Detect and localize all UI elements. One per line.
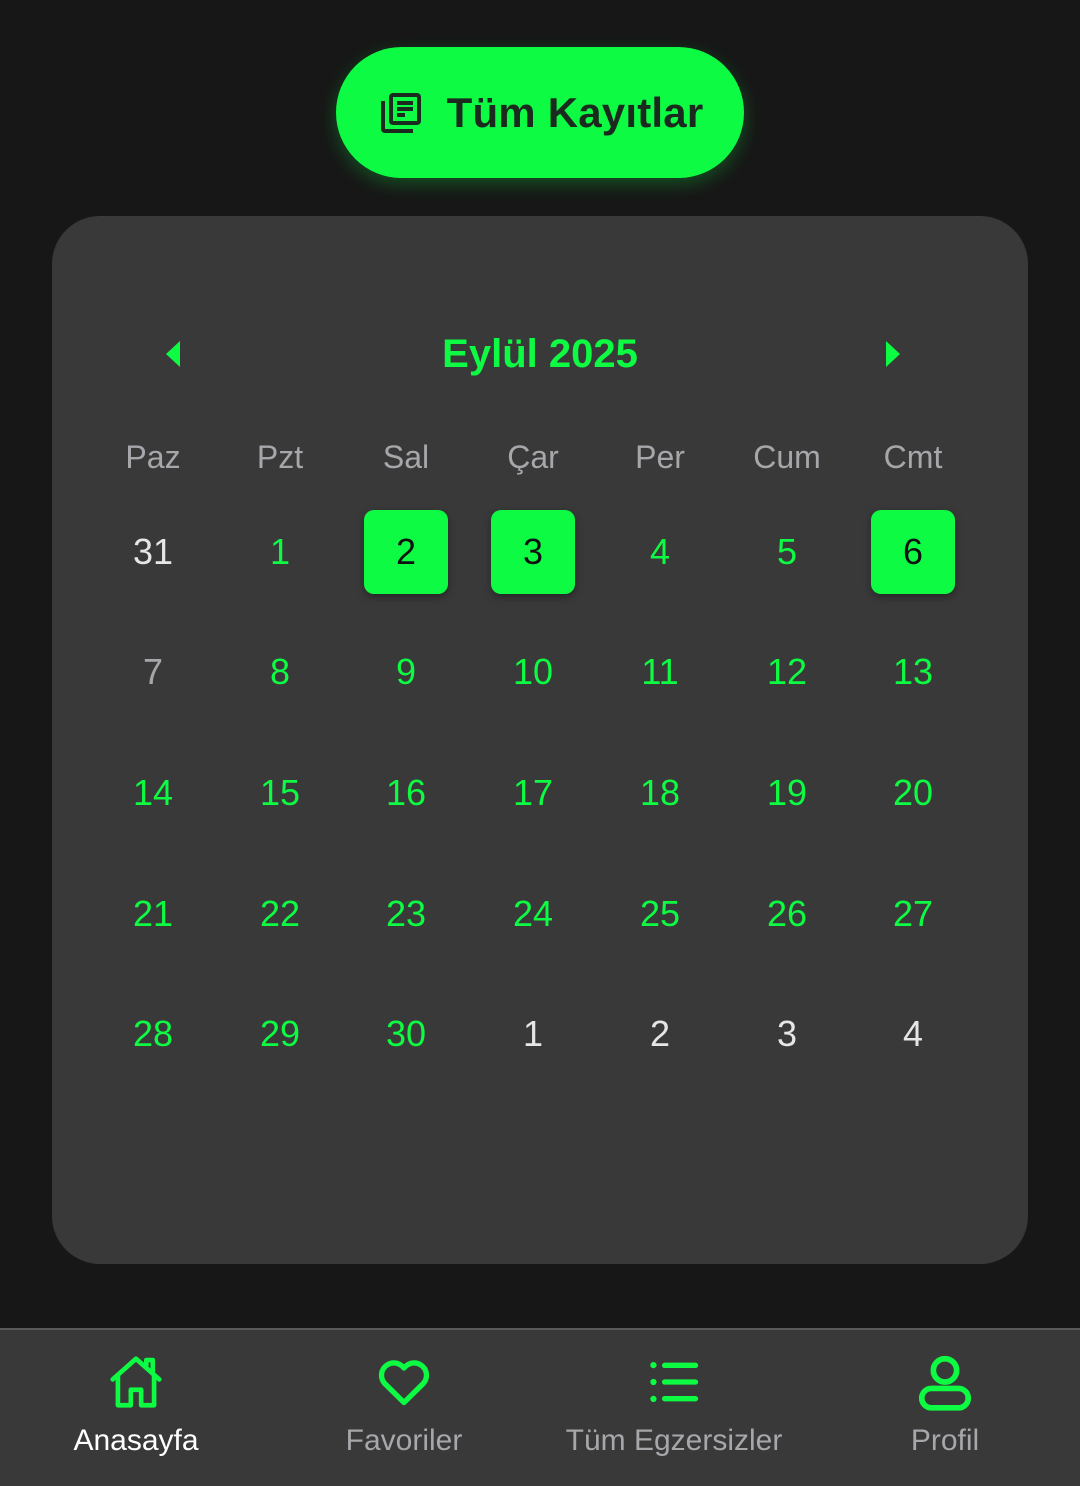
calendar-day[interactable]: 12 xyxy=(745,630,829,714)
calendar-day-marked[interactable]: 6 xyxy=(871,510,955,594)
weekday-label: Sal xyxy=(382,438,430,475)
nav-item-favorites[interactable]: Favoriler xyxy=(304,1330,504,1486)
calendar-day[interactable]: 28 xyxy=(111,992,195,1076)
calendar-day-marked[interactable]: 2 xyxy=(364,510,448,594)
month-title: Eylül 2025 xyxy=(442,332,638,376)
heart-icon xyxy=(372,1350,436,1414)
home-icon xyxy=(104,1350,168,1414)
calendar-day[interactable]: 16 xyxy=(364,751,448,835)
all-records-button[interactable]: Tüm Kayıtlar xyxy=(336,47,744,178)
calendar-day[interactable]: 26 xyxy=(745,872,829,956)
all-records-label: Tüm Kayıtlar xyxy=(446,88,704,136)
weekday-label: Per xyxy=(635,438,685,475)
calendar-day[interactable]: 4 xyxy=(871,992,955,1076)
weekday-label: Çar xyxy=(507,438,559,475)
calendar-day[interactable]: 20 xyxy=(871,751,955,835)
document-list-icon xyxy=(377,89,425,137)
calendar-day[interactable]: 24 xyxy=(491,872,575,956)
list-icon xyxy=(642,1350,706,1414)
weekday-label: Paz xyxy=(125,438,181,475)
calendar-day[interactable]: 25 xyxy=(618,872,702,956)
calendar-day[interactable]: 3 xyxy=(745,992,829,1076)
calendar-day[interactable]: 4 xyxy=(618,510,702,594)
weekday-label: Cum xyxy=(753,438,821,475)
calendar-day[interactable]: 27 xyxy=(871,872,955,956)
nav-item-home[interactable]: Anasayfa xyxy=(36,1330,236,1486)
nav-item-profile[interactable]: Profil xyxy=(845,1330,1045,1486)
calendar-day[interactable]: 23 xyxy=(364,872,448,956)
calendar-day[interactable]: 10 xyxy=(491,630,575,714)
nav-label-home: Anasayfa xyxy=(73,1424,199,1457)
calendar-day[interactable]: 19 xyxy=(745,751,829,835)
calendar-day[interactable]: 1 xyxy=(491,992,575,1076)
calendar-day[interactable]: 13 xyxy=(871,630,955,714)
calendar-day[interactable]: 22 xyxy=(238,872,322,956)
calendar-day-marked[interactable]: 3 xyxy=(491,510,575,594)
nav-label-profile: Profil xyxy=(910,1424,980,1457)
calendar-day[interactable]: 8 xyxy=(238,630,322,714)
calendar-day[interactable]: 9 xyxy=(364,630,448,714)
calendar-day[interactable]: 15 xyxy=(238,751,322,835)
weekday-label: Cmt xyxy=(883,438,943,475)
nav-label-all-exercises: Tüm Egzersizler xyxy=(565,1424,783,1457)
user-icon xyxy=(913,1350,977,1414)
nav-label-favorites: Favoriler xyxy=(345,1424,463,1457)
nav-item-all-exercises[interactable]: Tüm Egzersizler xyxy=(554,1330,794,1486)
bottom-navigation: Anasayfa Favoriler Tüm Egzersizler Profi… xyxy=(0,1328,1080,1486)
calendar-day[interactable]: 18 xyxy=(618,751,702,835)
calendar-day[interactable]: 11 xyxy=(618,630,702,714)
calendar-day[interactable]: 14 xyxy=(111,751,195,835)
calendar-day[interactable]: 7 xyxy=(111,630,195,714)
chevron-right-icon xyxy=(886,341,900,367)
weekday-label: Pzt xyxy=(256,438,304,475)
calendar-day[interactable]: 17 xyxy=(491,751,575,835)
calendar-day[interactable]: 21 xyxy=(111,872,195,956)
calendar-day[interactable]: 1 xyxy=(238,510,322,594)
calendar-day[interactable]: 30 xyxy=(364,992,448,1076)
calendar-day[interactable]: 31 xyxy=(111,510,195,594)
calendar-day[interactable]: 29 xyxy=(238,992,322,1076)
calendar-day[interactable]: 2 xyxy=(618,992,702,1076)
next-month-button[interactable] xyxy=(872,334,912,374)
calendar-day[interactable]: 5 xyxy=(745,510,829,594)
